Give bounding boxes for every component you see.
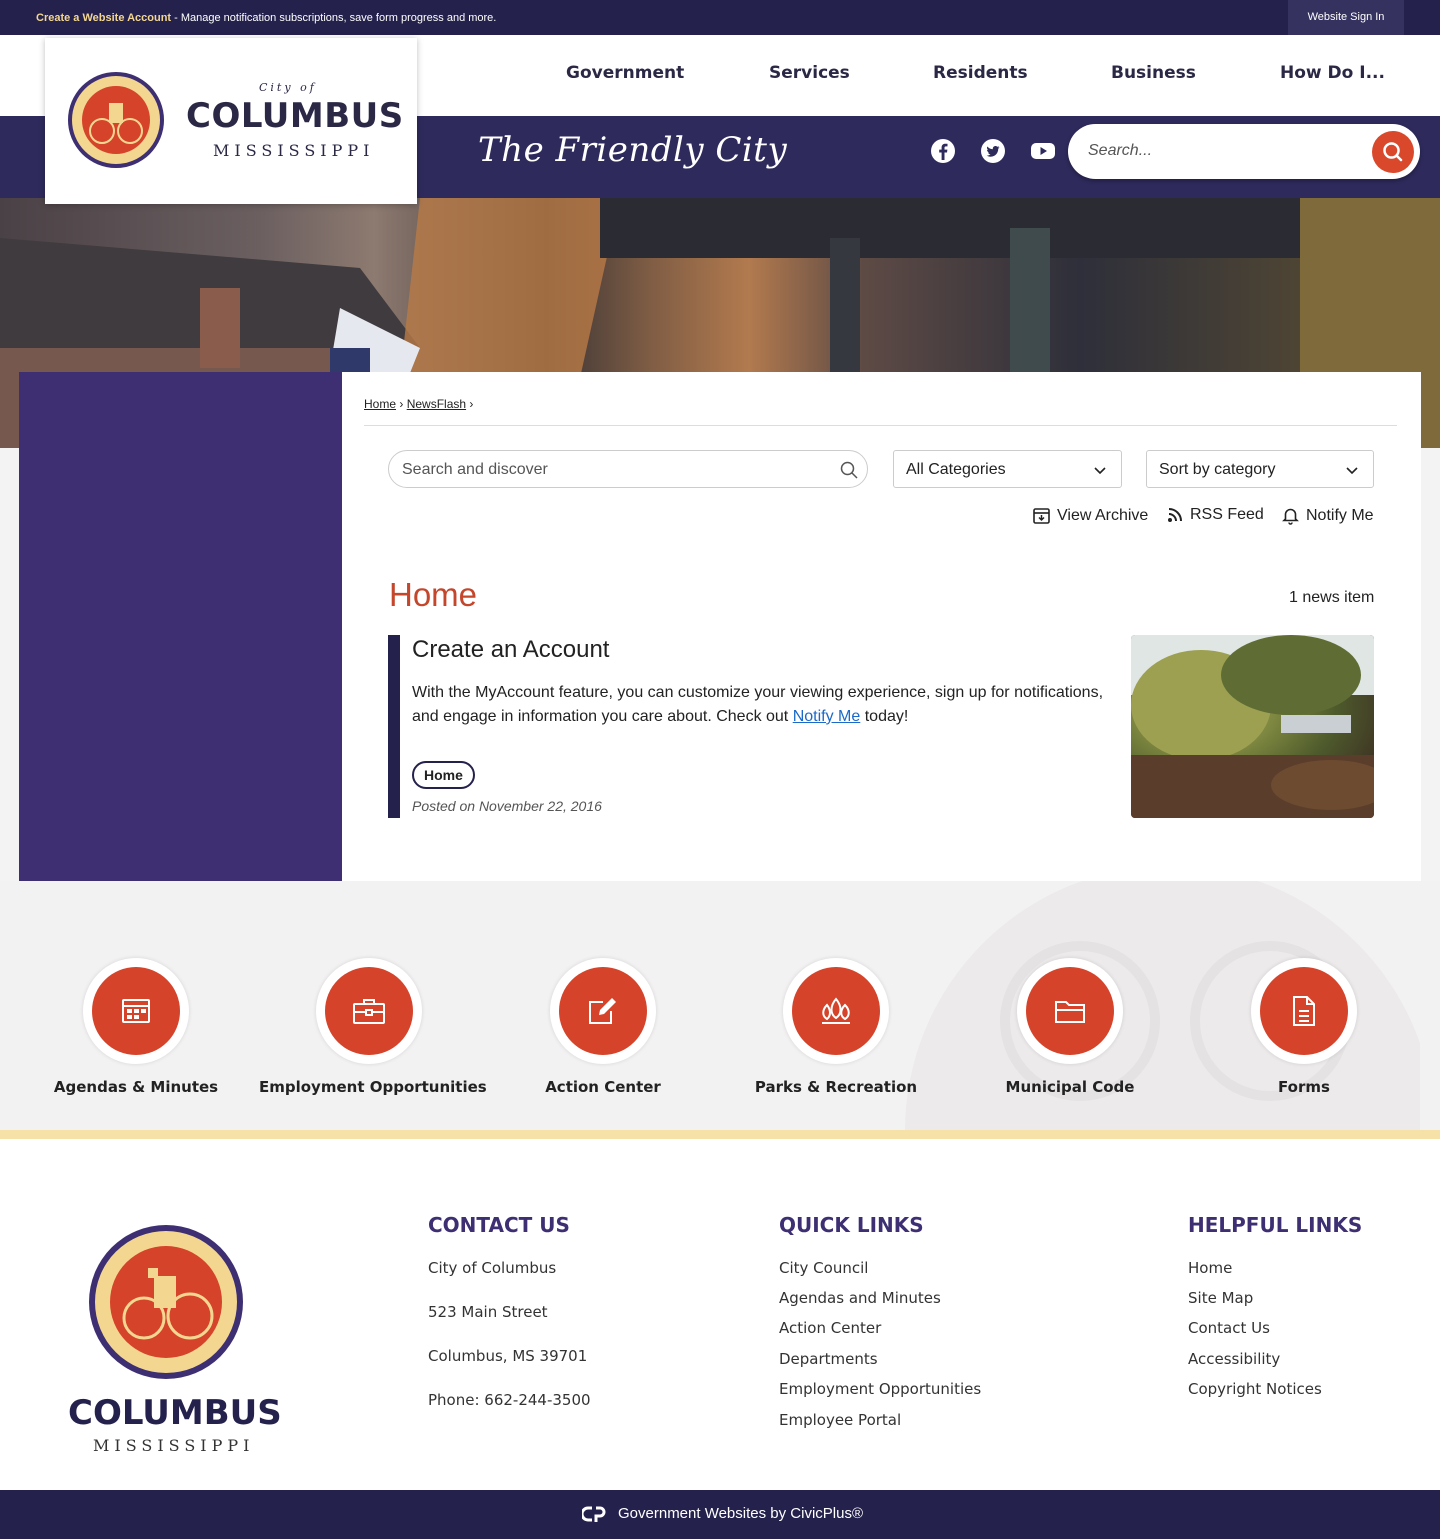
- quick-link-action-center[interactable]: Action Center: [503, 958, 703, 1096]
- city-seal-icon[interactable]: [88, 1224, 244, 1380]
- footer-link-employment[interactable]: Employment Opportunities: [779, 1380, 981, 1398]
- notify-me-link[interactable]: Notify Me: [1281, 506, 1374, 525]
- breadcrumb-separator: ›: [469, 397, 474, 411]
- footer-link-departments[interactable]: Departments: [779, 1350, 878, 1368]
- newsflash-search[interactable]: Search and discover: [388, 450, 868, 488]
- archive-icon: [1033, 508, 1050, 524]
- nav-government[interactable]: Government: [566, 63, 684, 83]
- search-icon[interactable]: [839, 460, 859, 480]
- news-count: 1 news item: [1289, 589, 1375, 606]
- calendar-icon: [122, 999, 150, 1023]
- civicplus-link[interactable]: Government Websites by CivicPlus®: [618, 1505, 863, 1522]
- briefcase-icon: [353, 999, 385, 1024]
- view-archive-link[interactable]: View Archive: [1032, 506, 1148, 525]
- breadcrumb: Home › NewsFlash ›: [364, 397, 473, 411]
- rss-feed-link[interactable]: RSS Feed: [1166, 506, 1264, 524]
- breadcrumb-separator: ›: [399, 397, 407, 411]
- quick-link-employment[interactable]: Employment Opportunities: [259, 958, 487, 1096]
- category-select-value: All Categories: [906, 461, 1006, 478]
- quick-link-label: Parks & Recreation: [754, 1078, 918, 1096]
- tagline: The Friendly City: [478, 130, 788, 170]
- folder-icon: [1055, 1001, 1085, 1023]
- sort-select-value: Sort by category: [1159, 461, 1276, 478]
- trees-icon: [822, 997, 850, 1024]
- contact-line: Columbus, MS 39701: [428, 1347, 588, 1365]
- civicplus-logo-icon[interactable]: [582, 1504, 606, 1524]
- quick-link-agendas[interactable]: Agendas & Minutes: [36, 958, 236, 1096]
- quick-link-municipal-code[interactable]: Municipal Code: [970, 958, 1170, 1096]
- site-search-input[interactable]: Search...: [1088, 142, 1152, 160]
- nav-how-do-i[interactable]: How Do I...: [1280, 63, 1385, 83]
- search-icon: [1383, 142, 1403, 162]
- notify-me-label: Notify Me: [1306, 506, 1374, 524]
- footer-link-agendas[interactable]: Agendas and Minutes: [779, 1289, 941, 1307]
- search-button[interactable]: [1372, 131, 1414, 173]
- news-item-body: With the MyAccount feature, you can cust…: [412, 684, 1104, 725]
- footer-link-site-map[interactable]: Site Map: [1188, 1289, 1253, 1307]
- footer-link-accessibility[interactable]: Accessibility: [1188, 1350, 1280, 1368]
- footer-logo-name: COLUMBUS: [68, 1393, 282, 1433]
- quick-link-label: Municipal Code: [1005, 1078, 1135, 1096]
- category-select[interactable]: All Categories: [893, 450, 1122, 488]
- footer-logo-state: MISSISSIPPI: [93, 1436, 255, 1455]
- document-icon: [1293, 996, 1315, 1026]
- nav-business[interactable]: Business: [1111, 63, 1196, 83]
- chevron-down-icon: [1094, 467, 1106, 475]
- category-heading: Home: [389, 576, 478, 613]
- logo-city-of: City of: [259, 81, 317, 94]
- edit-icon: [589, 998, 616, 1024]
- rss-icon: [1168, 508, 1182, 522]
- quick-link-parks[interactable]: Parks & Recreation: [736, 958, 936, 1096]
- newsflash-search-input[interactable]: Search and discover: [402, 461, 548, 479]
- sidebar: [19, 372, 342, 881]
- nav-residents[interactable]: Residents: [933, 63, 1028, 83]
- top-bar: Create a Website Account - Manage notifi…: [0, 0, 1440, 35]
- divider: [364, 425, 1397, 426]
- category-tag[interactable]: Home: [412, 761, 475, 789]
- footer-link-city-council[interactable]: City Council: [779, 1259, 868, 1277]
- quick-link-forms[interactable]: Forms: [1204, 958, 1404, 1096]
- footer-link-home[interactable]: Home: [1188, 1259, 1232, 1277]
- view-archive-label: View Archive: [1057, 506, 1149, 524]
- helpful-links-heading: HELPFUL LINKS: [1188, 1213, 1363, 1237]
- contact-line: City of Columbus: [428, 1259, 557, 1277]
- news-item-title[interactable]: Create an Account: [412, 636, 609, 664]
- logo-name: COLUMBUS: [186, 96, 404, 136]
- footer-link-employee-portal[interactable]: Employee Portal: [779, 1411, 901, 1429]
- logo-state: MISSISSIPPI: [213, 141, 375, 160]
- nav-services[interactable]: Services: [769, 63, 850, 83]
- chevron-down-icon: [1346, 467, 1358, 475]
- contact-line: 523 Main Street: [428, 1303, 548, 1321]
- notify-me-inline-link[interactable]: Notify Me: [793, 708, 861, 725]
- site-search: Search...: [1068, 124, 1420, 179]
- footer-link-action-center[interactable]: Action Center: [779, 1319, 881, 1337]
- news-item-accent: [388, 635, 400, 818]
- website-sign-in-button[interactable]: Website Sign In: [1288, 0, 1404, 35]
- contact-heading: CONTACT US: [428, 1213, 570, 1237]
- logo-card[interactable]: City of COLUMBUS MISSISSIPPI: [45, 38, 417, 204]
- rss-feed-label: RSS Feed: [1190, 506, 1264, 523]
- bell-icon: [1282, 508, 1299, 525]
- breadcrumb-newsflash[interactable]: NewsFlash: [407, 397, 466, 411]
- youtube-icon[interactable]: [1030, 138, 1056, 164]
- quick-links-heading: QUICK LINKS: [779, 1213, 924, 1237]
- contact-phone: Phone: 662-244-3500: [428, 1391, 591, 1409]
- footer-link-contact-us[interactable]: Contact Us: [1188, 1319, 1270, 1337]
- twitter-icon[interactable]: [980, 138, 1006, 164]
- city-seal-icon: [68, 72, 164, 168]
- quick-link-label: Employment Opportunities: [259, 1078, 487, 1096]
- breadcrumb-home[interactable]: Home: [364, 397, 396, 411]
- civicplus-bar: Government Websites by CivicPlus®: [0, 1490, 1440, 1539]
- news-item-photo[interactable]: [1131, 635, 1374, 818]
- gold-divider: [0, 1130, 1440, 1139]
- sort-select[interactable]: Sort by category: [1146, 450, 1374, 488]
- quick-link-label: Agendas & Minutes: [53, 1078, 219, 1096]
- quick-link-label: Action Center: [545, 1078, 661, 1096]
- create-account-link[interactable]: Create a Website Account - Manage notifi…: [36, 12, 496, 24]
- facebook-icon[interactable]: [930, 138, 956, 164]
- posted-date: Posted on November 22, 2016: [412, 798, 602, 814]
- quick-link-label: Forms: [1278, 1078, 1330, 1096]
- footer-link-copyright[interactable]: Copyright Notices: [1188, 1380, 1322, 1398]
